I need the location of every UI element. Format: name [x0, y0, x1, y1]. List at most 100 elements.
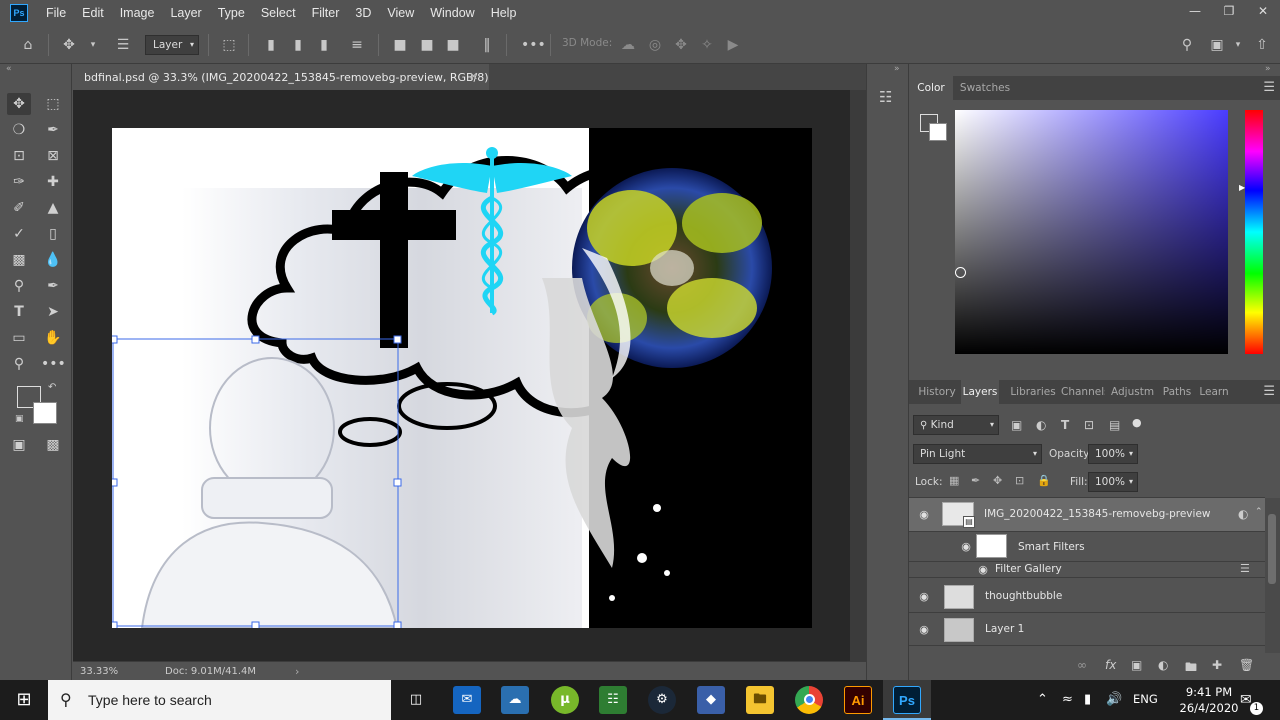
smart-filter-mask-thumbnail[interactable] [976, 534, 1007, 558]
lock-position-icon[interactable]: ✥ [993, 474, 1002, 487]
align-top-icon[interactable]: ■ [391, 36, 409, 54]
taskbar-search-box[interactable]: ⚲ Type here to search [48, 680, 391, 720]
filter-shape-icon[interactable]: ⊡ [1084, 418, 1094, 432]
lasso-tool-icon[interactable]: ❍ [7, 119, 31, 141]
tab-color[interactable]: Color [909, 76, 953, 100]
path-select-tool-icon[interactable]: ➤ [41, 301, 65, 323]
menu-filter[interactable]: Filter [304, 6, 348, 20]
share-icon[interactable]: ⇧ [1253, 36, 1271, 54]
default-colors-icon[interactable]: ▣ [15, 414, 24, 424]
menu-type[interactable]: Type [210, 6, 253, 20]
visibility-eye-icon[interactable]: ◉ [976, 563, 990, 577]
filter-smart-object-icon[interactable]: ▤ [1109, 418, 1120, 432]
chevron-down-icon[interactable]: ▾ [84, 36, 102, 54]
menu-3d[interactable]: 3D [347, 6, 379, 20]
transform-controls-icon[interactable]: ⬚ [220, 36, 238, 54]
stamp-tool-icon[interactable]: ▲ [41, 197, 65, 219]
layer-name[interactable]: IMG_20200422_153845-removebg-preview [984, 508, 1211, 520]
search-icon[interactable]: ⚲ [1178, 36, 1196, 54]
outlook-icon[interactable]: ✉ [453, 686, 481, 714]
layer-row-selected[interactable]: ◉ ▤ IMG_20200422_153845-removebg-preview… [909, 498, 1265, 532]
menu-help[interactable]: Help [483, 6, 525, 20]
scrollbar-thumb[interactable] [1268, 514, 1276, 584]
lock-transparent-icon[interactable]: ▦ [949, 474, 959, 487]
type-tool-icon[interactable]: T [7, 301, 31, 323]
menu-view[interactable]: View [379, 6, 422, 20]
add-mask-icon[interactable]: ▣ [1131, 658, 1142, 672]
app-diamond-icon[interactable]: ◆ [697, 686, 725, 714]
menu-select[interactable]: Select [253, 6, 304, 20]
scale-3d-icon[interactable]: ▶ [724, 36, 742, 54]
language-indicator[interactable]: ENG [1133, 692, 1158, 706]
new-layer-icon[interactable]: ✚ [1212, 658, 1222, 672]
document-canvas[interactable] [112, 128, 812, 628]
tab-channels[interactable]: Channels [1061, 380, 1105, 404]
photoshop-icon[interactable]: Ps [893, 686, 921, 714]
align-middle-v-icon[interactable]: ■ [418, 36, 436, 54]
opacity-input[interactable]: 100% ▾ [1088, 444, 1138, 464]
filter-adjustment-icon[interactable]: ◐ [1036, 418, 1046, 432]
layer-row[interactable]: ◉ thoughtbubble [909, 580, 1265, 613]
tab-swatches[interactable]: Swatches [953, 76, 1017, 100]
battery-icon[interactable]: ▮ [1084, 692, 1091, 707]
menu-file[interactable]: File [38, 6, 74, 20]
eyedropper-tool-icon[interactable]: ✑ [7, 171, 31, 193]
move-icon[interactable]: ✥ [60, 36, 78, 54]
filter-pixel-icon[interactable]: ▣ [1011, 418, 1022, 432]
panel-menu-icon[interactable]: ☰ [1263, 384, 1275, 399]
collapse-icon[interactable]: » [1265, 64, 1271, 74]
swap-colors-icon[interactable]: ↶ [48, 382, 56, 393]
link-layers-icon[interactable]: ∞ [1077, 658, 1087, 672]
smart-filter-icon[interactable]: ◐ [1238, 507, 1248, 521]
slide-3d-icon[interactable]: ✧ [698, 36, 716, 54]
lock-artboard-icon[interactable]: ⊡ [1015, 474, 1024, 487]
document-tab[interactable]: bdfinal.psd @ 33.3% (IMG_20200422_153845… [73, 64, 489, 90]
hue-slider[interactable]: ▶ [1239, 110, 1263, 354]
zoom-tool-icon[interactable]: ⚲ [7, 353, 31, 375]
visibility-eye-icon[interactable]: ◉ [917, 623, 931, 637]
close-icon[interactable]: ✕ [469, 70, 478, 83]
expand-icon[interactable]: » [894, 64, 900, 74]
visibility-eye-icon[interactable]: ◉ [917, 590, 931, 604]
color-picker-field[interactable] [955, 110, 1228, 354]
align-left-icon[interactable]: ▮ [262, 36, 280, 54]
wifi-icon[interactable]: ≈ [1062, 692, 1073, 707]
align-right-icon[interactable]: ▮ [315, 36, 333, 54]
zoom-level[interactable]: 33.33% [80, 666, 118, 677]
rectangle-tool-icon[interactable]: ▭ [7, 327, 31, 349]
layer-style-icon[interactable]: fx [1105, 658, 1116, 672]
illustrator-icon[interactable]: Ai [844, 686, 872, 714]
chevron-right-icon[interactable]: › [295, 665, 299, 678]
shop-icon[interactable]: ☷ [599, 686, 627, 714]
steam-icon[interactable]: ⚙ [648, 686, 676, 714]
roll-3d-icon[interactable]: ◎ [646, 36, 664, 54]
delete-layer-icon[interactable]: 🗑 [1239, 658, 1254, 672]
fill-input[interactable]: 100% ▾ [1088, 472, 1138, 492]
clock[interactable]: 9:41 PM 26/4/2020 [1170, 684, 1248, 716]
windows-start-icon[interactable]: ⊞ [0, 680, 48, 720]
lock-all-icon[interactable]: 🔒 [1037, 474, 1051, 487]
filter-gallery-row[interactable]: ◉ Filter Gallery ☰ [909, 562, 1265, 578]
minimize-icon[interactable]: — [1178, 0, 1212, 22]
file-explorer-icon[interactable]: 🖿 [746, 686, 774, 714]
more-icon[interactable]: ••• [521, 36, 546, 54]
volume-icon[interactable]: 🔊 [1106, 692, 1122, 707]
restore-icon[interactable]: ❐ [1212, 0, 1246, 22]
quick-select-tool-icon[interactable]: ✒ [41, 119, 65, 141]
collapse-icon[interactable]: « [6, 64, 12, 74]
healing-brush-tool-icon[interactable]: ✚ [41, 171, 65, 193]
menu-layer[interactable]: Layer [162, 6, 209, 20]
frame-tool-icon[interactable]: ⊠ [41, 145, 65, 167]
tab-adjustments[interactable]: Adjustm [1111, 380, 1155, 404]
tab-history[interactable]: History [913, 380, 961, 404]
tab-paths[interactable]: Paths [1160, 380, 1194, 404]
distribute-v-icon[interactable]: ‖ [478, 36, 496, 54]
screen-mode-icon[interactable]: ▩ [41, 434, 65, 456]
background-color-swatch[interactable] [33, 402, 57, 424]
move-tool-icon[interactable]: ✥ [7, 93, 31, 115]
quick-mask-icon[interactable]: ▣ [7, 434, 31, 456]
layer-filter-dropdown[interactable]: ⚲ Kind ▾ [913, 415, 999, 435]
crop-tool-icon[interactable]: ⊡ [7, 145, 31, 167]
chrome-icon[interactable] [795, 686, 823, 714]
layer-name[interactable]: thoughtbubble [985, 590, 1062, 602]
